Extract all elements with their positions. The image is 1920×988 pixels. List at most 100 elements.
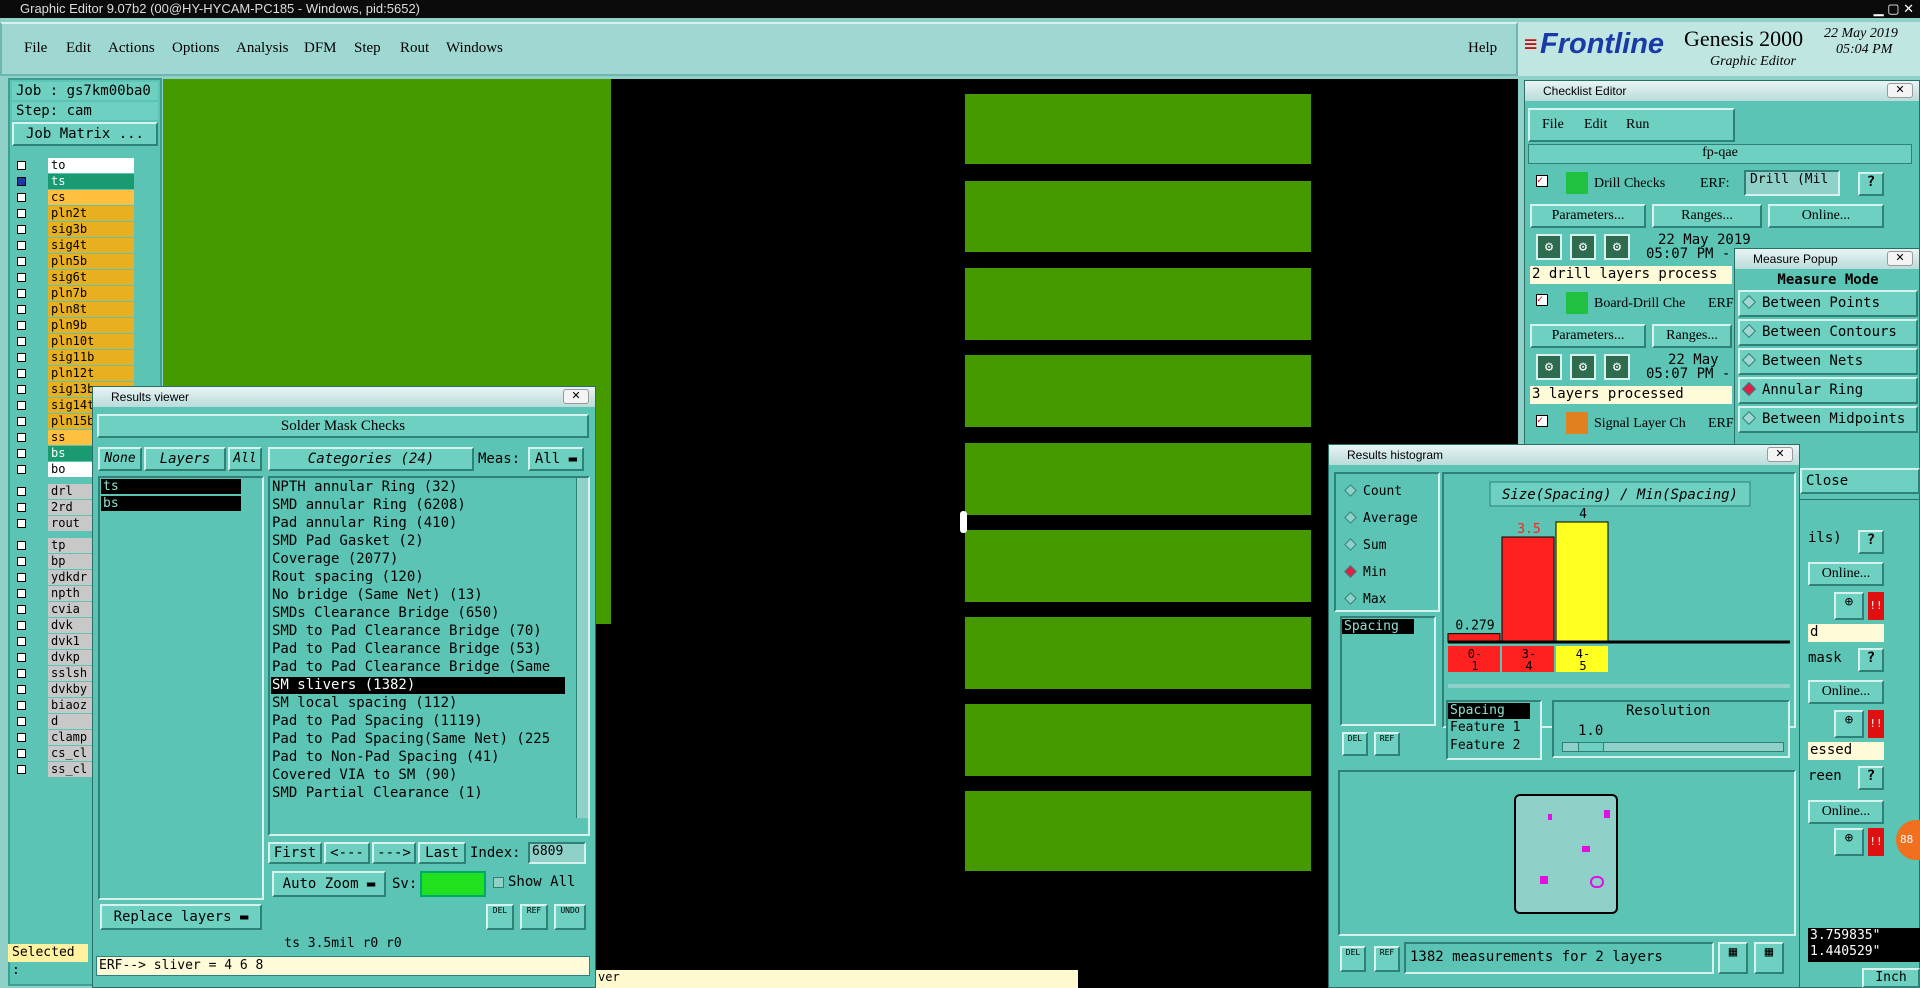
layer-checkbox[interactable]: [17, 417, 26, 426]
index-input[interactable]: 6809: [528, 842, 586, 864]
ref-button[interactable]: REF: [520, 904, 548, 930]
measure-option[interactable]: Between Contours: [1738, 319, 1918, 346]
field-list-item[interactable]: Spacing: [1448, 703, 1530, 719]
layer-checkbox[interactable]: [17, 289, 26, 298]
layer-checkbox[interactable]: [17, 701, 26, 710]
category-item[interactable]: Pad to Pad Spacing(Same Net) (225: [272, 730, 550, 748]
layer-checkbox[interactable]: [17, 257, 26, 266]
layer-checkbox[interactable]: [17, 621, 26, 630]
layer-row[interactable]: pln7b: [14, 286, 134, 302]
category-item[interactable]: Covered VIA to SM (90): [272, 766, 457, 784]
category-item[interactable]: Pad to Non-Pad Spacing (41): [272, 748, 500, 766]
stat-max-radio[interactable]: Max: [1344, 592, 1386, 607]
layer-row[interactable]: pln12t: [14, 366, 134, 382]
menu-options[interactable]: Options: [172, 40, 220, 57]
undo-button[interactable]: UNDO: [554, 904, 586, 930]
layer-checkbox[interactable]: [17, 209, 26, 218]
replace-layers-dropdown[interactable]: Replace layers ▬: [100, 904, 262, 930]
layer-checkbox[interactable]: [17, 241, 26, 250]
layer-checkbox[interactable]: [17, 449, 26, 458]
show-all-checkbox[interactable]: [493, 877, 504, 888]
menu-file[interactable]: File: [24, 40, 47, 57]
stat-average-radio[interactable]: Average: [1344, 511, 1418, 526]
alert-icon[interactable]: !!: [1868, 710, 1884, 738]
sv-dropdown[interactable]: [420, 871, 486, 897]
job-matrix-button[interactable]: Job Matrix ...: [12, 122, 158, 146]
layer-checkbox[interactable]: [17, 433, 26, 442]
layer-checkbox[interactable]: [17, 519, 26, 528]
zoom-in-icon[interactable]: ⊕: [1834, 592, 1864, 620]
measure-option[interactable]: Between Nets: [1738, 348, 1918, 375]
menu-help[interactable]: Help: [1468, 40, 1497, 57]
auto-zoom-dropdown[interactable]: Auto Zoom ▬: [272, 871, 386, 897]
layer-checkbox[interactable]: [17, 503, 26, 512]
online-button[interactable]: Online...: [1808, 800, 1884, 824]
run-icon[interactable]: ⚙: [1536, 234, 1562, 260]
layer-row[interactable]: sig4t: [14, 238, 134, 254]
layer-checkbox[interactable]: [17, 337, 26, 346]
layer-name[interactable]: pln2t: [48, 206, 134, 221]
category-item[interactable]: Pad to Pad Spacing (1119): [272, 712, 483, 730]
layer-checkbox[interactable]: [17, 305, 26, 314]
online-button[interactable]: Online...: [1808, 562, 1884, 586]
layer-row[interactable]: sig6t: [14, 270, 134, 286]
layer-checkbox[interactable]: [17, 765, 26, 774]
category-item[interactable]: Pad annular Ring (410): [272, 514, 457, 532]
run-icon[interactable]: ⚙: [1604, 234, 1630, 260]
parameters-button[interactable]: Parameters...: [1530, 204, 1646, 228]
signal-checkbox[interactable]: ✓: [1536, 415, 1548, 427]
close-icon[interactable]: ✕: [1887, 83, 1913, 98]
run-icon[interactable]: ⚙: [1570, 354, 1596, 380]
layer-result-item[interactable]: ts: [101, 479, 241, 494]
menu-step[interactable]: Step: [354, 40, 381, 57]
layer-row[interactable]: pln5b: [14, 254, 134, 270]
field-list-item[interactable]: Feature 1: [1450, 720, 1520, 735]
stat-sum-radio[interactable]: Sum: [1344, 538, 1386, 553]
window-controls[interactable]: ▁ ▢ ✕: [1874, 0, 1914, 18]
layer-checkbox[interactable]: [17, 653, 26, 662]
layer-checkbox[interactable]: [17, 573, 26, 582]
menu-windows[interactable]: Windows: [446, 40, 503, 57]
layer-checkbox[interactable]: [17, 589, 26, 598]
field-list-item[interactable]: Feature 2: [1450, 738, 1520, 753]
layer-name[interactable]: cs: [48, 190, 134, 205]
close-icon[interactable]: ✕: [563, 389, 589, 404]
layer-checkbox[interactable]: [17, 717, 26, 726]
layer-checkbox[interactable]: [17, 353, 26, 362]
stat-count-radio[interactable]: Count: [1344, 484, 1402, 499]
layer-row[interactable]: pln2t: [14, 206, 134, 222]
close-icon[interactable]: ✕: [1767, 447, 1793, 462]
layer-name[interactable]: sig6t: [48, 270, 134, 285]
layer-checkbox[interactable]: [17, 557, 26, 566]
close-icon[interactable]: ✕: [1887, 251, 1913, 266]
category-item[interactable]: SM local spacing (112): [272, 694, 457, 712]
category-item[interactable]: SMD annular Ring (6208): [272, 496, 466, 514]
layer-name[interactable]: pln9b: [48, 318, 134, 333]
layer-name[interactable]: to: [48, 158, 134, 173]
menu-actions[interactable]: Actions: [108, 40, 155, 57]
category-item[interactable]: SMD Partial Clearance (1): [272, 784, 483, 802]
graph-icon[interactable]: ▦: [1754, 942, 1784, 974]
last-button[interactable]: Last: [418, 842, 466, 864]
next-button[interactable]: --->: [372, 842, 416, 864]
erf-dropdown[interactable]: Drill (Mil: [1744, 170, 1840, 196]
layer-checkbox[interactable]: [17, 685, 26, 694]
layer-row[interactable]: ts: [14, 174, 134, 190]
layer-checkbox[interactable]: [17, 733, 26, 742]
drill-checks-checkbox[interactable]: ✓: [1536, 175, 1548, 187]
menu-edit[interactable]: Edit: [66, 40, 91, 57]
layer-name[interactable]: sig11b: [48, 350, 134, 365]
meas-dropdown[interactable]: All ▬: [528, 447, 584, 471]
menu-dfm[interactable]: DFM: [304, 40, 337, 57]
menu-rout[interactable]: Rout: [400, 40, 429, 57]
category-item[interactable]: SMDs Clearance Bridge (650): [272, 604, 500, 622]
graph-icon[interactable]: ▦: [1718, 942, 1748, 974]
help-question-icon[interactable]: ?: [1858, 530, 1884, 554]
category-item[interactable]: SM slivers (1382): [272, 676, 415, 694]
category-item[interactable]: NPTH annular Ring (32): [272, 478, 457, 496]
layers-listbox[interactable]: [98, 476, 264, 900]
resolution-slider-handle[interactable]: [1578, 742, 1604, 752]
unit-dropdown[interactable]: Inch: [1862, 968, 1920, 988]
online-button[interactable]: Online...: [1808, 680, 1884, 704]
ref-button[interactable]: REF: [1374, 732, 1400, 756]
